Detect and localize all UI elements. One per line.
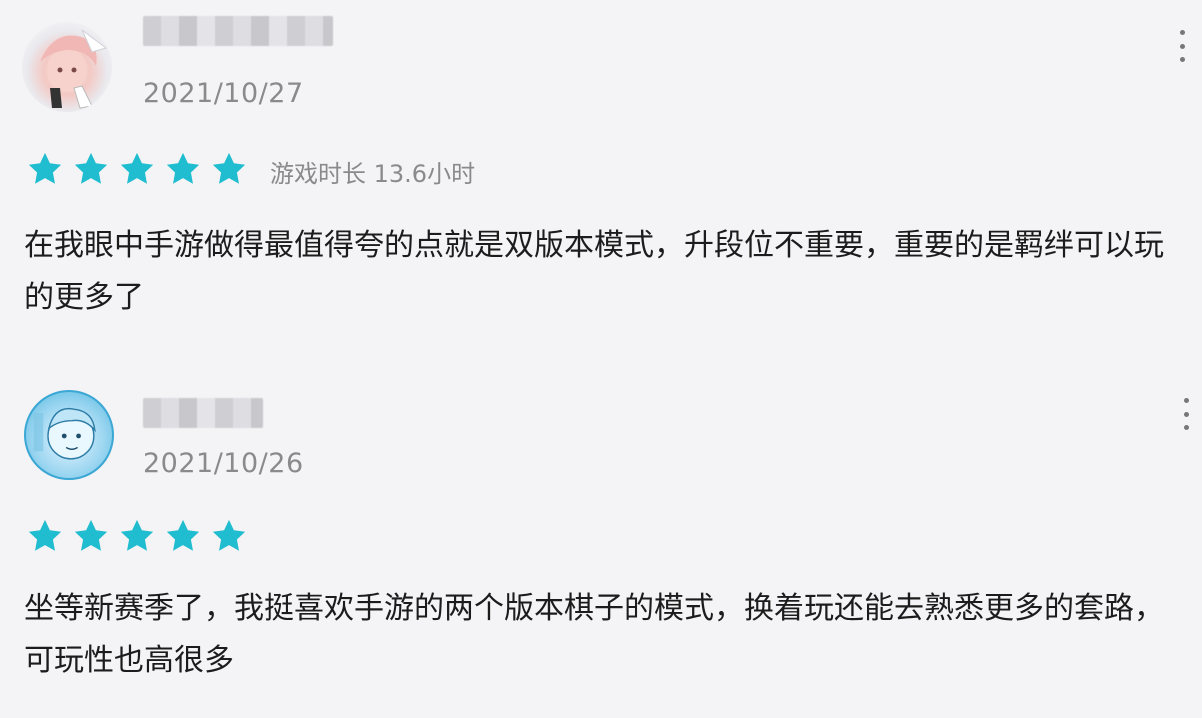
username-redacted <box>143 16 333 46</box>
review-card: 2021/10/26 坐等新赛季了，我挺喜欢手游的两个版本棋子的模式，换着玩还能… <box>0 380 1202 718</box>
star-icon <box>210 517 248 555</box>
star-icon <box>26 517 64 555</box>
user-avatar[interactable] <box>22 22 112 112</box>
star-icon <box>164 150 202 188</box>
avatar-cartoon-boy-icon <box>33 407 96 460</box>
review-date: 2021/10/26 <box>143 448 304 479</box>
user-avatar[interactable] <box>24 390 114 480</box>
more-vertical-icon[interactable] <box>1172 26 1192 66</box>
review-date: 2021/10/27 <box>143 78 304 109</box>
rating-stars <box>26 517 248 555</box>
rating-stars <box>26 150 248 188</box>
playtime-label: 游戏时长 13.6小时 <box>270 160 476 188</box>
star-icon <box>26 150 64 188</box>
star-icon <box>210 150 248 188</box>
review-card: 2021/10/27 游戏时长 13.6小时 在我眼中手游做得最值得夸的点就是双… <box>0 0 1202 360</box>
star-icon <box>72 517 110 555</box>
review-text: 在我眼中手游做得最值得夸的点就是双版本模式，升段位不重要，重要的是羁绊可以玩的更… <box>24 228 1164 315</box>
more-vertical-icon[interactable] <box>1176 394 1196 434</box>
star-icon <box>164 517 202 555</box>
star-icon <box>118 517 156 555</box>
username-redacted <box>143 398 263 428</box>
star-icon <box>72 150 110 188</box>
star-icon <box>118 150 156 188</box>
review-text: 坐等新赛季了，我挺喜欢手游的两个版本棋子的模式，换着玩还能去熟悉更多的套路，可玩… <box>24 591 1164 678</box>
avatar-anime-girl-icon <box>40 29 108 109</box>
